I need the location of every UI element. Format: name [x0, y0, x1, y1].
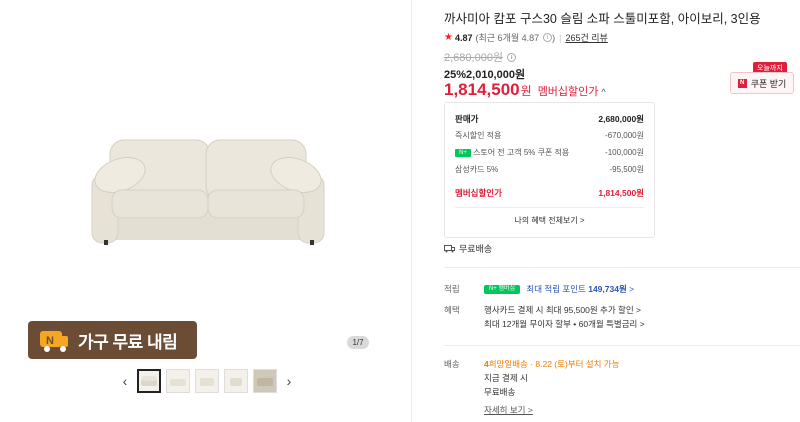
points-label: 적립 [444, 284, 460, 294]
chevron-up-icon[interactable]: ^ [601, 87, 605, 97]
breakdown-label: 판매가 [455, 114, 479, 124]
delivery-date-row: 4희망일배송 · 8.22 (토)부터 설치 가능 [484, 358, 619, 370]
divider: | [559, 32, 562, 43]
naver-plus-membership-icon: N+ 멤버십 [484, 285, 520, 295]
rating-row: ★ 4.87 (최근 6개월 4.87 i ) | 265건 리뷰 [444, 31, 608, 44]
price-breakdown-panel: 판매가 2,680,000원 즉시할인 적용 -670,000원 N+ 스토어 전… [444, 102, 655, 238]
breakdown-value: 2,680,000원 [598, 114, 644, 124]
breakdown-row-member-price: 멤버십할인가 1,814,500원 [455, 187, 644, 199]
chevron-right-icon[interactable]: › [282, 373, 296, 389]
benefits-label: 혜택 [444, 305, 460, 315]
breakdown-value: -95,500원 [609, 165, 645, 174]
member-price-label: 멤버십할인가 [537, 86, 599, 98]
points-row[interactable]: N+ 멤버십 최대 적립 포인트 149,734원 > [484, 283, 634, 295]
breakdown-row-store-coupon: N+ 스토어 전 고객 5% 쿠폰 적용 -100,000원 [455, 147, 644, 158]
breakdown-label: 삼성카드 5% [455, 165, 499, 174]
free-shipping-row: 무료배송 [444, 242, 492, 255]
member-price-amount: 1,814,500 [444, 80, 520, 99]
benefit-card-discount[interactable]: 행사카드 결제 시 최대 95,500원 추가 할인 > [484, 304, 641, 316]
member-price-row[interactable]: 1,814,500 원 멤버십할인가 ^ [444, 80, 606, 100]
coupon-button-label: 쿠폰 받기 [750, 78, 787, 89]
image-page-counter: 1/7 [347, 336, 369, 349]
get-coupon-button[interactable]: N 쿠폰 받기 [730, 72, 794, 94]
breakdown-value: -670,000원 [605, 131, 644, 140]
breakdown-row-card-discount: 삼성카드 5% -95,500원 [455, 164, 644, 175]
star-icon: ★ [444, 32, 453, 43]
review-count-link[interactable]: 265건 리뷰 [565, 31, 607, 44]
thumbnail-4[interactable] [224, 369, 248, 393]
delivery-label: 배송 [444, 359, 460, 369]
breakdown-value: 1,814,500원 [598, 188, 644, 198]
points-text: 최대 적립 포인트 [526, 284, 586, 294]
svg-text:N: N [46, 335, 54, 347]
all-benefits-link[interactable]: 나의 혜택 전체보기 > [445, 215, 654, 226]
points-amount: 149,734원 [588, 284, 627, 294]
divider [444, 345, 800, 346]
naver-plus-icon: N+ [455, 148, 471, 157]
delivery-date-text: 희망일배송 · 8.22 (토)부터 설치 가능 [488, 359, 620, 369]
info-icon[interactable]: i [507, 52, 517, 62]
delivery-detail-link[interactable]: 자세히 보기 > [484, 404, 533, 416]
breakdown-value: -100,000원 [605, 148, 644, 157]
rating-detail: (최근 6개월 4.87 [475, 33, 540, 43]
delivery-free-shipping: 무료배송 [484, 387, 516, 397]
breakdown-row-instant-discount: 즉시할인 적용 -670,000원 [455, 130, 644, 141]
thumbnail-1[interactable] [137, 369, 161, 393]
divider [444, 267, 800, 268]
member-price-won: 원 [520, 84, 532, 98]
breakdown-label: 멤버십할인가 [455, 188, 502, 198]
original-price-value: 2,680,000원 [444, 52, 504, 64]
delivery-pay-now: 지금 결제 시 [484, 373, 528, 383]
chevron-left-icon[interactable]: ‹ [118, 373, 132, 389]
thumbnail-2[interactable] [166, 369, 190, 393]
breakdown-label: 즉시할인 적용 [455, 131, 502, 140]
product-image[interactable] [40, 50, 375, 310]
chevron-right-icon: > [629, 284, 635, 294]
thumbnail-3[interactable] [195, 369, 219, 393]
free-shipping-label: 무료배송 [459, 244, 493, 254]
thumbnail-5[interactable] [253, 369, 277, 393]
rating-score: 4.87 [454, 32, 473, 43]
free-furniture-delivery-badge: N 가구 무료 내림 [28, 321, 197, 359]
breakdown-label: 스토어 전 고객 5% 쿠폰 적용 [473, 148, 570, 157]
naver-n-icon: N [737, 78, 747, 88]
breakdown-label-wrap: N+ 스토어 전 고객 5% 쿠폰 적용 [455, 147, 569, 158]
divider [455, 207, 644, 208]
info-icon[interactable]: i [543, 33, 553, 42]
truck-icon [444, 244, 455, 252]
naver-truck-icon: N [40, 331, 68, 352]
breakdown-row-sale-price: 판매가 2,680,000원 [455, 113, 644, 125]
promo-badge-label: 가구 무료 내림 [78, 332, 178, 352]
rating-detail-end: ) [552, 32, 556, 43]
thumbnail-strip: ‹ › [118, 368, 296, 394]
product-gallery: N 가구 무료 내림 1/7 ‹ › [0, 0, 412, 422]
product-title: 까사미아 캄포 구스30 슬림 소파 스툴미포함, 아이보리, 3인용 [444, 12, 761, 26]
benefit-installment[interactable]: 최대 12개월 무이자 할부 • 60개월 특별금리 > [484, 318, 645, 330]
original-price: 2,680,000원 i [444, 49, 517, 65]
